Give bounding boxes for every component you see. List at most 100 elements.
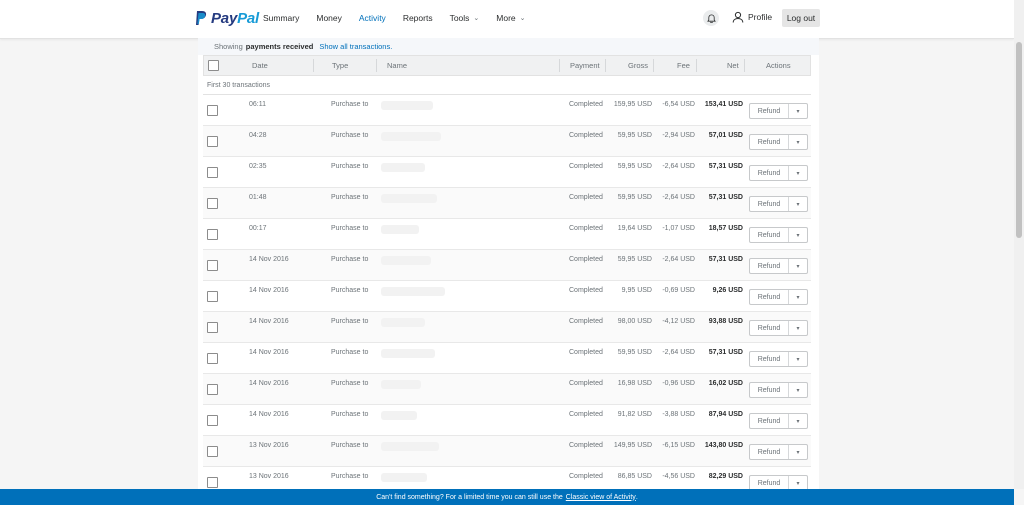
table-row[interactable]: 14 Nov 2016 Purchase to Completed 16,98 USD…	[203, 374, 811, 405]
chevron-down-icon[interactable]: ▾	[789, 135, 807, 149]
row-type: Purchase to	[331, 473, 369, 480]
row-gross: 59,95 USD	[617, 349, 652, 356]
nav-summary[interactable]: Summary	[263, 13, 299, 23]
scrollbar-thumb[interactable]	[1016, 42, 1022, 238]
refund-button[interactable]: Refund	[750, 290, 789, 304]
table-row[interactable]: 00:17 Purchase to Completed 19,64 USD -1,07 …	[203, 219, 811, 250]
row-checkbox[interactable]	[207, 229, 218, 240]
chevron-down-icon[interactable]: ▾	[789, 290, 807, 304]
refund-button-group: Refund ▾	[749, 165, 808, 181]
col-date[interactable]: Date	[252, 61, 268, 70]
table-row[interactable]: 13 Nov 2016 Purchase to Completed 149,95 US…	[203, 436, 811, 467]
nav-money[interactable]: Money	[316, 13, 342, 23]
table-row[interactable]: 06:11 Purchase to Completed 159,95 USD -6,54…	[203, 95, 811, 126]
nav-tools[interactable]: Tools ⌄	[450, 13, 480, 23]
refund-button[interactable]: Refund	[750, 228, 789, 242]
row-checkbox[interactable]	[207, 136, 218, 147]
row-checkbox[interactable]	[207, 384, 218, 395]
table-row[interactable]: 14 Nov 2016 Purchase to Completed 98,00 USD…	[203, 312, 811, 343]
refund-button[interactable]: Refund	[750, 445, 789, 459]
chevron-down-icon[interactable]: ▾	[789, 476, 807, 489]
refund-button[interactable]: Refund	[750, 259, 789, 273]
row-type: Purchase to	[331, 411, 369, 418]
filter-summary: Showing payments received Show all trans…	[198, 38, 819, 55]
refund-button[interactable]: Refund	[750, 135, 789, 149]
select-all-checkbox[interactable]	[208, 60, 219, 71]
redacted-name	[381, 349, 435, 358]
table-row[interactable]: 02:35 Purchase to Completed 59,95 USD -2,64 …	[203, 157, 811, 188]
row-date: 04:28	[249, 132, 267, 139]
nav-reports[interactable]: Reports	[403, 13, 433, 23]
table-row[interactable]: 13 Nov 2016 Purchase to Completed 86,85 USD…	[203, 467, 811, 489]
col-gross: Gross	[628, 61, 649, 70]
table-row[interactable]: 14 Nov 2016 Purchase to Completed 91,82 USD…	[203, 405, 811, 436]
row-checkbox[interactable]	[207, 477, 218, 488]
profile-link[interactable]: Profile	[732, 11, 772, 23]
row-type: Purchase to	[331, 132, 369, 139]
row-status: Completed	[569, 473, 603, 480]
chevron-down-icon[interactable]: ▾	[789, 259, 807, 273]
row-checkbox[interactable]	[207, 105, 218, 116]
chevron-down-icon[interactable]: ▾	[789, 321, 807, 335]
chevron-down-icon[interactable]: ▾	[789, 383, 807, 397]
table-row[interactable]: 04:28 Purchase to Completed 59,95 USD -2,94 …	[203, 126, 811, 157]
refund-button[interactable]: Refund	[750, 383, 789, 397]
chevron-down-icon[interactable]: ▾	[789, 445, 807, 459]
row-fee: -6,54 USD	[662, 101, 695, 108]
row-checkbox[interactable]	[207, 415, 218, 426]
row-type: Purchase to	[331, 287, 369, 294]
row-checkbox[interactable]	[207, 167, 218, 178]
table-row[interactable]: 14 Nov 2016 Purchase to Completed 59,95 USD…	[203, 250, 811, 281]
row-net: 57,31 USD	[708, 163, 743, 170]
refund-button[interactable]: Refund	[750, 166, 789, 180]
row-checkbox[interactable]	[207, 322, 218, 333]
page-scrollbar[interactable]	[1014, 0, 1024, 489]
row-checkbox[interactable]	[207, 260, 218, 271]
show-all-transactions-link[interactable]: Show all transactions.	[319, 42, 392, 51]
logout-button[interactable]: Log out	[782, 9, 820, 27]
classic-view-link[interactable]: Classic view of Activity	[566, 494, 636, 501]
row-checkbox[interactable]	[207, 291, 218, 302]
row-checkbox[interactable]	[207, 353, 218, 364]
row-date: 14 Nov 2016	[249, 287, 289, 294]
column-divider	[696, 59, 697, 72]
refund-button-group: Refund ▾	[749, 258, 808, 274]
nav-activity[interactable]: Activity	[359, 13, 386, 23]
row-net: 9,26 USD	[712, 287, 743, 294]
row-net: 57,31 USD	[708, 349, 743, 356]
row-date: 13 Nov 2016	[249, 473, 289, 480]
main-nav: Summary Money Activity Reports Tools ⌄ Mo…	[263, 13, 543, 23]
refund-button[interactable]: Refund	[750, 321, 789, 335]
chevron-down-icon[interactable]: ▾	[789, 166, 807, 180]
refund-button-group: Refund ▾	[749, 382, 808, 398]
refund-button[interactable]: Refund	[750, 414, 789, 428]
row-gross: 9,95 USD	[621, 287, 652, 294]
row-checkbox[interactable]	[207, 446, 218, 457]
row-type: Purchase to	[331, 194, 369, 201]
table-row[interactable]: 14 Nov 2016 Purchase to Completed 59,95 USD…	[203, 343, 811, 374]
banner-text: Can't find something? For a limited time…	[376, 493, 563, 501]
refund-button-group: Refund ▾	[749, 413, 808, 429]
nav-money-label: Money	[316, 13, 342, 23]
paypal-logo[interactable]: Pay Pal	[195, 8, 259, 28]
banner-end: .	[635, 493, 638, 501]
chevron-down-icon[interactable]: ▾	[789, 104, 807, 118]
nav-more[interactable]: More ⌄	[496, 13, 525, 23]
chevron-down-icon[interactable]: ▾	[789, 352, 807, 366]
chevron-down-icon[interactable]: ▾	[789, 414, 807, 428]
row-status: Completed	[569, 101, 603, 108]
row-date: 06:11	[249, 101, 266, 108]
row-checkbox[interactable]	[207, 198, 218, 209]
refund-button[interactable]: Refund	[750, 104, 789, 118]
refund-button[interactable]: Refund	[750, 197, 789, 211]
refund-button[interactable]: Refund	[750, 352, 789, 366]
row-gross: 91,82 USD	[617, 411, 652, 418]
chevron-down-icon[interactable]: ▾	[789, 228, 807, 242]
table-row[interactable]: 01:48 Purchase to Completed 59,95 USD -2,64 …	[203, 188, 811, 219]
row-date: 01:48	[249, 194, 267, 201]
table-row[interactable]: 14 Nov 2016 Purchase to Completed 9,95 USD -…	[203, 281, 811, 312]
notifications-button[interactable]	[703, 10, 719, 26]
row-net: 57,31 USD	[708, 194, 743, 201]
refund-button[interactable]: Refund	[750, 476, 789, 489]
chevron-down-icon[interactable]: ▾	[789, 197, 807, 211]
